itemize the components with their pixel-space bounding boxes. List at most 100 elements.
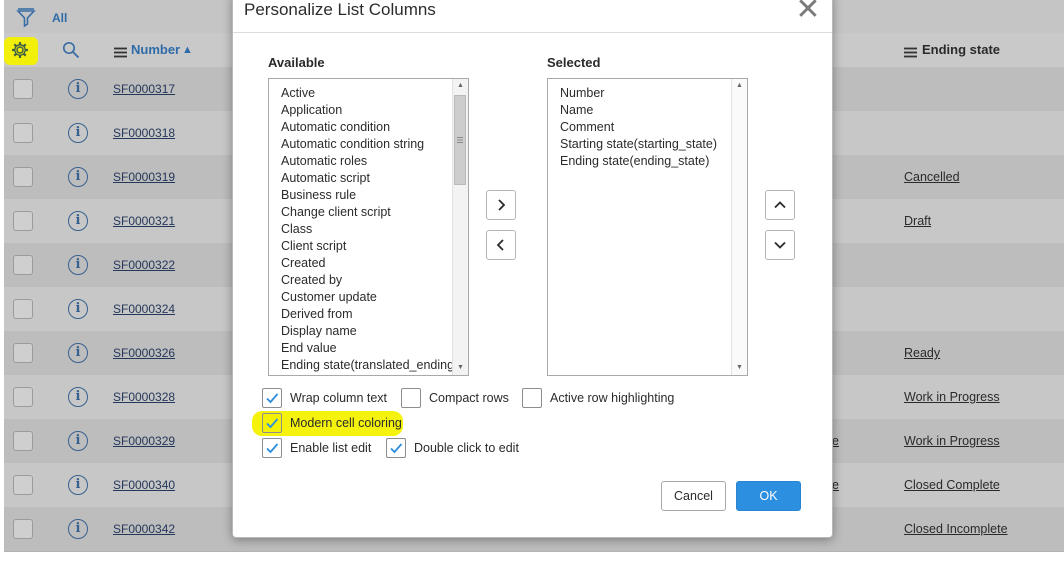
info-icon[interactable]: i <box>68 343 88 363</box>
list-item[interactable]: Ending state(ending_state) <box>560 153 709 170</box>
record-number-link[interactable]: SF0000322 <box>113 243 175 287</box>
chevron-down-icon <box>774 241 786 249</box>
list-item[interactable]: Comment <box>560 119 614 136</box>
active-row-highlighting-checkbox[interactable] <box>522 388 542 408</box>
record-number-link[interactable]: SF0000324 <box>113 287 175 331</box>
available-label: Available <box>268 55 325 70</box>
scroll-down-icon[interactable]: ▼ <box>732 361 747 375</box>
info-icon[interactable]: i <box>68 255 88 275</box>
ok-button[interactable]: OK <box>736 481 801 511</box>
close-icon[interactable]: ✕ <box>795 0 821 25</box>
scrollbar[interactable]: ▲ ▼ <box>731 79 747 375</box>
column-menu-icon[interactable] <box>904 45 917 58</box>
search-icon[interactable] <box>62 41 80 59</box>
list-item[interactable]: Name <box>560 102 593 119</box>
filter-breadcrumb-all[interactable]: All <box>52 11 67 25</box>
list-item[interactable]: Automatic script <box>281 170 370 187</box>
column-menu-icon[interactable] <box>114 45 127 58</box>
selected-label: Selected <box>547 55 601 70</box>
option-label: Double click to edit <box>414 441 519 455</box>
scrollbar[interactable]: ▲ ▼ <box>452 79 468 375</box>
list-item[interactable]: Ending state(translated_ending <box>281 357 454 374</box>
info-icon[interactable]: i <box>68 123 88 143</box>
row-select-checkbox[interactable] <box>13 255 33 275</box>
record-number-link[interactable]: SF0000342 <box>113 507 175 551</box>
option-label: Modern cell coloring <box>290 416 402 430</box>
list-item[interactable]: Change client script <box>281 204 391 221</box>
checkmark-icon <box>266 393 279 404</box>
option-label: Wrap column text <box>290 391 388 405</box>
info-icon[interactable]: i <box>68 431 88 451</box>
record-number-link[interactable]: SF0000329 <box>113 419 175 463</box>
ending-state-link[interactable]: Work in Progress <box>904 375 1000 419</box>
add-column-button[interactable] <box>486 190 516 220</box>
record-number-link[interactable]: SF0000328 <box>113 375 175 419</box>
ending-state-link[interactable]: Work in Progress <box>904 419 1000 463</box>
row-select-checkbox[interactable] <box>13 431 33 451</box>
remove-column-button[interactable] <box>486 230 516 260</box>
wrap-column-text-checkbox[interactable] <box>262 388 282 408</box>
ending-state-link[interactable]: Ready <box>904 331 940 375</box>
list-item[interactable]: Class <box>281 221 312 238</box>
record-number-link[interactable]: SF0000321 <box>113 199 175 243</box>
scroll-up-icon[interactable]: ▲ <box>453 79 468 93</box>
list-item[interactable]: Derived from <box>281 306 353 323</box>
modern-cell-coloring-checkbox[interactable] <box>262 413 282 433</box>
info-icon[interactable]: i <box>68 475 88 495</box>
scroll-thumb[interactable] <box>454 95 466 185</box>
info-icon[interactable]: i <box>68 167 88 187</box>
list-item[interactable]: Number <box>560 85 604 102</box>
row-select-checkbox[interactable] <box>13 123 33 143</box>
row-select-checkbox[interactable] <box>13 299 33 319</box>
row-select-checkbox[interactable] <box>13 167 33 187</box>
column-header-ending-state[interactable]: Ending state <box>922 33 1000 67</box>
list-item[interactable]: Active <box>281 85 315 102</box>
cancel-button[interactable]: Cancel <box>661 481 726 511</box>
list-item[interactable]: End value <box>281 340 337 357</box>
list-item[interactable]: Customer update <box>281 289 377 306</box>
info-icon[interactable]: i <box>68 299 88 319</box>
move-up-button[interactable] <box>765 190 795 220</box>
list-item[interactable]: Automatic roles <box>281 153 367 170</box>
row-select-checkbox[interactable] <box>13 387 33 407</box>
row-select-checkbox[interactable] <box>13 343 33 363</box>
list-item[interactable]: Client script <box>281 238 346 255</box>
list-item[interactable]: Automatic condition string <box>281 136 424 153</box>
list-item[interactable]: Created <box>281 255 325 272</box>
ending-state-link[interactable]: Closed Complete <box>904 463 1000 507</box>
move-down-button[interactable] <box>765 230 795 260</box>
row-select-checkbox[interactable] <box>13 79 33 99</box>
gear-icon[interactable] <box>11 41 29 59</box>
list-item[interactable]: Automatic condition <box>281 119 390 136</box>
compact-rows-checkbox[interactable] <box>401 388 421 408</box>
available-columns-list[interactable]: Active Application Automatic condition A… <box>268 78 469 376</box>
record-number-link[interactable]: SF0000340 <box>113 463 175 507</box>
list-item[interactable]: Created by <box>281 272 342 289</box>
list-item[interactable]: Application <box>281 102 342 119</box>
ending-state-link[interactable]: Draft <box>904 199 931 243</box>
scroll-down-icon[interactable]: ▼ <box>453 361 468 375</box>
record-number-link[interactable]: SF0000326 <box>113 331 175 375</box>
list-item[interactable]: Starting state(starting_state) <box>560 136 717 153</box>
info-icon[interactable]: i <box>68 387 88 407</box>
record-number-link[interactable]: SF0000318 <box>113 111 175 155</box>
info-icon[interactable]: i <box>68 79 88 99</box>
ending-state-link[interactable]: Cancelled <box>904 155 960 199</box>
record-number-link[interactable]: SF0000317 <box>113 67 175 111</box>
info-icon[interactable]: i <box>68 519 88 539</box>
double-click-to-edit-checkbox[interactable] <box>386 438 406 458</box>
record-number-link[interactable]: SF0000319 <box>113 155 175 199</box>
row-select-checkbox[interactable] <box>13 519 33 539</box>
column-header-number[interactable]: Number <box>131 33 180 67</box>
selected-columns-list[interactable]: Number Name Comment Starting state(start… <box>547 78 748 376</box>
scroll-up-icon[interactable]: ▲ <box>732 79 747 93</box>
info-icon[interactable]: i <box>68 211 88 231</box>
filter-icon[interactable] <box>16 8 36 28</box>
list-item[interactable]: Display name <box>281 323 357 340</box>
row-select-checkbox[interactable] <box>13 475 33 495</box>
ending-state-link[interactable]: Closed Incomplete <box>904 507 1008 551</box>
sort-ascending-icon[interactable]: ▲ <box>182 33 193 67</box>
enable-list-edit-checkbox[interactable] <box>262 438 282 458</box>
row-select-checkbox[interactable] <box>13 211 33 231</box>
list-item[interactable]: Business rule <box>281 187 356 204</box>
